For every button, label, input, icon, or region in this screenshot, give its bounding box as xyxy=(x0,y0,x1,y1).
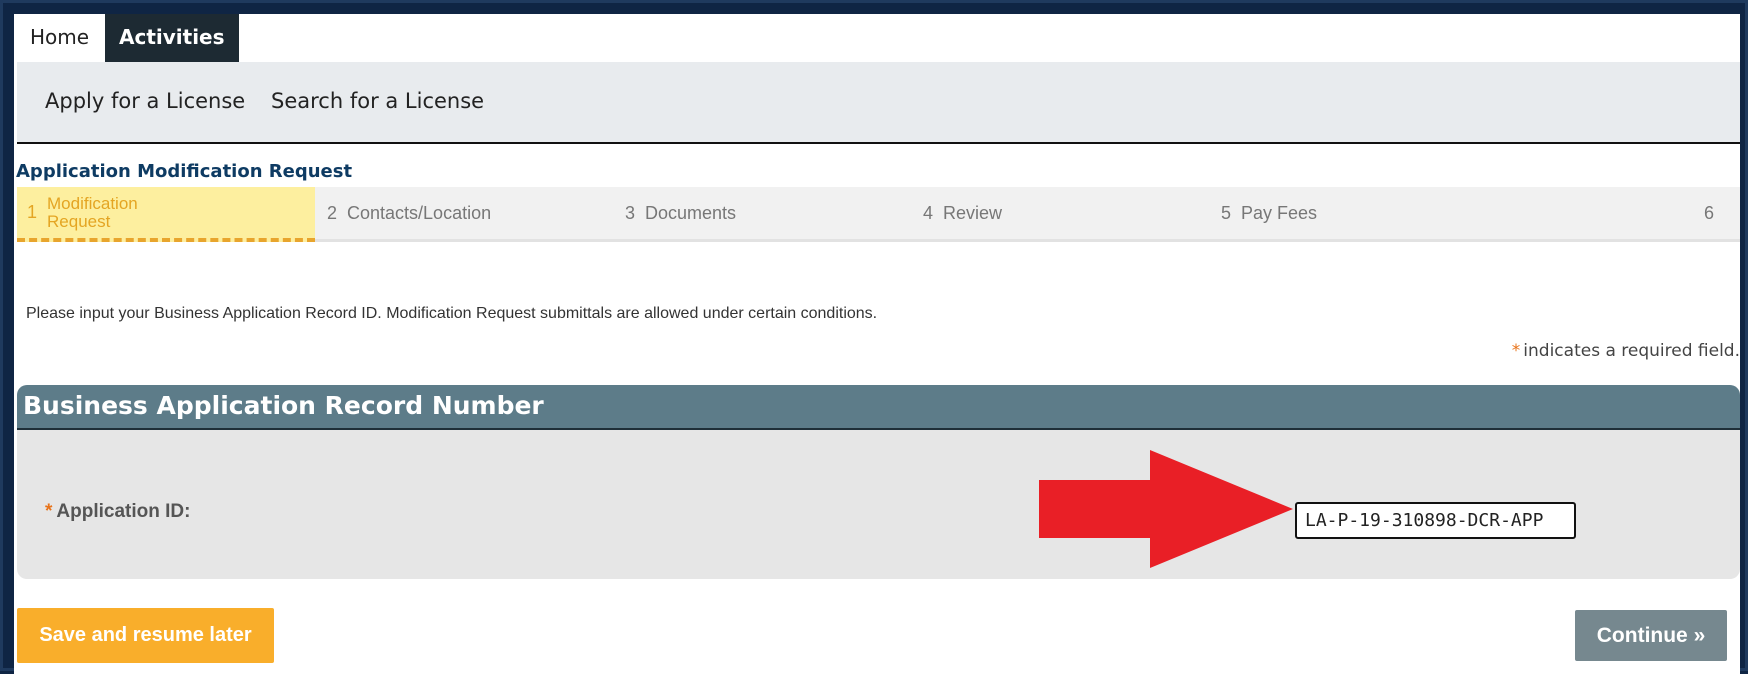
tab-activities-label: Activities xyxy=(119,25,225,49)
application-id-input[interactable] xyxy=(1295,502,1576,539)
save-and-resume-button[interactable]: Save and resume later xyxy=(17,608,274,663)
step-label: Review xyxy=(943,202,1003,223)
continue-button[interactable]: Continue » xyxy=(1575,610,1727,661)
subnav-apply-license[interactable]: Apply for a License xyxy=(45,62,245,142)
required-star: * xyxy=(1511,341,1521,361)
step-label: Modification Request xyxy=(47,193,138,231)
tab-home[interactable]: Home xyxy=(14,14,105,62)
sub-nav: Apply for a License Search for a License xyxy=(17,62,1740,144)
required-field-note: * indicates a required field. xyxy=(1512,341,1740,361)
application-id-label: * Application ID: xyxy=(45,501,190,523)
step-label: Contacts/Location xyxy=(347,202,492,223)
step-review: 4 Review xyxy=(911,187,1209,239)
page: Home Activities Apply for a License Sear… xyxy=(14,14,1740,674)
required-note-text: indicates a required field. xyxy=(1523,341,1740,361)
step-number: 4 xyxy=(923,202,934,223)
step-label: Documents xyxy=(645,202,737,223)
step-number: 1 xyxy=(27,202,38,222)
step-number: 6 xyxy=(1703,202,1714,223)
section-title: Business Application Record Number xyxy=(23,391,544,420)
tab-activities[interactable]: Activities xyxy=(105,14,239,71)
section-header: Business Application Record Number xyxy=(17,385,1740,430)
step-number: 5 xyxy=(1221,202,1232,223)
step-6: 6 xyxy=(1507,187,1740,239)
step-number: 2 xyxy=(327,202,338,223)
application-id-label-text: Application ID: xyxy=(56,501,191,522)
step-label: Pay Fees xyxy=(1241,202,1318,223)
instructions-text: Please input your Business Application R… xyxy=(26,305,878,322)
step-documents: 3 Documents xyxy=(613,187,911,239)
step-contacts-location: 2 Contacts/Location xyxy=(315,187,613,239)
step-number: 3 xyxy=(625,202,636,223)
page-title: Application Modification Request xyxy=(16,161,353,182)
step-indicator: 1 Modification Request 2 Contacts/Locatio… xyxy=(17,187,1740,242)
step-modification-request: 1 Modification Request xyxy=(17,187,315,242)
required-star: * xyxy=(45,501,53,522)
screenshot-frame: Home Activities Apply for a License Sear… xyxy=(0,0,1748,674)
step-pay-fees: 5 Pay Fees xyxy=(1209,187,1507,239)
top-nav: Home Activities xyxy=(14,14,1740,71)
red-arrow-icon xyxy=(1039,450,1293,568)
subnav-search-license[interactable]: Search for a License xyxy=(271,62,484,142)
business-record-section: Business Application Record Number * Appl… xyxy=(17,385,1740,579)
